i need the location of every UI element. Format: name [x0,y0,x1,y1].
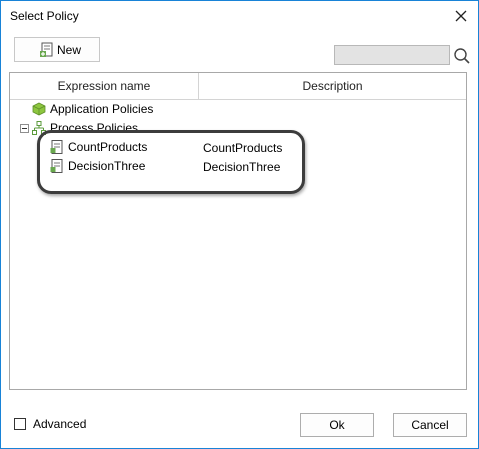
checkbox-box[interactable] [14,418,26,430]
dialog-title: Select Policy [10,9,79,23]
expression-name: CountProducts [68,140,148,154]
advanced-checkbox[interactable]: Advanced [14,417,86,431]
close-button[interactable] [450,5,472,27]
hierarchy-icon [32,121,46,135]
collapse-toggle[interactable] [20,124,29,133]
tree-node-decisionthree[interactable]: DecisionThree [50,157,145,175]
new-button-label: New [57,42,82,57]
title-bar: Select Policy [1,1,478,31]
close-icon [455,10,467,22]
column-header-description[interactable]: Description [199,73,466,99]
policy-document-icon [50,140,63,154]
search-input[interactable] [334,45,450,65]
new-button[interactable]: New [14,37,100,62]
ok-button[interactable]: Ok [300,413,374,437]
policy-tree-grid: Expression name Description Application … [9,72,467,390]
grid-header: Expression name Description [10,73,466,100]
tree-node-application-policies[interactable]: Application Policies [32,100,153,118]
tree-node-countproducts[interactable]: CountProducts [50,138,147,156]
expression-description: DecisionThree [203,160,281,174]
advanced-label: Advanced [33,417,87,431]
cancel-button[interactable]: Cancel [393,413,467,437]
tree-node-label: Process Policies [50,121,139,135]
column-header-expression-name[interactable]: Expression name [10,73,198,99]
new-document-icon [40,42,53,57]
search-icon[interactable] [453,47,471,65]
select-policy-dialog: Select Policy New Expression name Descri… [0,0,479,449]
policy-document-icon [50,159,63,173]
cube-icon [32,102,46,116]
tree-node-label: Application Policies [50,102,154,116]
expression-description: CountProducts [203,141,283,155]
expression-name: DecisionThree [68,159,146,173]
tree-node-process-policies[interactable]: Process Policies [32,119,138,137]
